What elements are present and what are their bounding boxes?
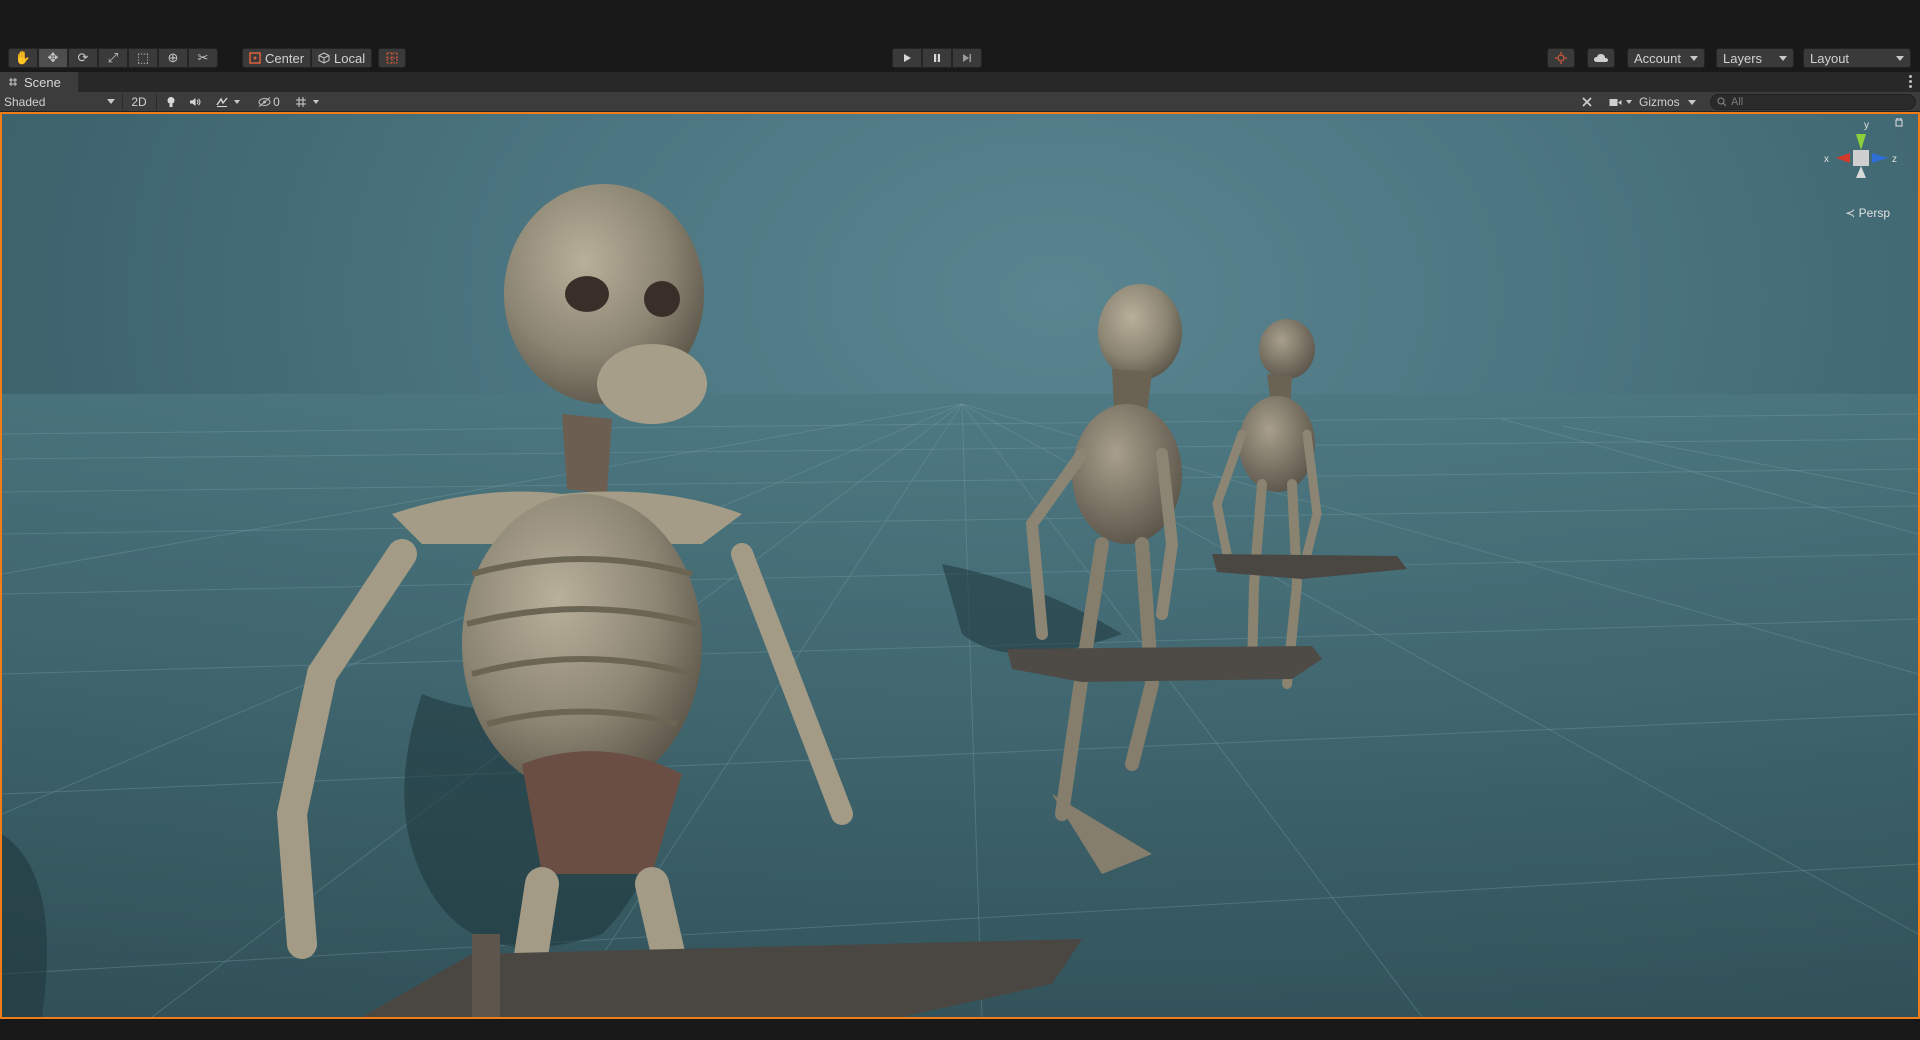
gizmos-dropdown[interactable]: Gizmos xyxy=(1638,93,1702,111)
chevron-down-icon xyxy=(1625,100,1632,104)
axis-y-cone[interactable] xyxy=(1856,134,1866,150)
pause-button[interactable] xyxy=(922,48,952,68)
playmode-controls xyxy=(892,48,982,68)
camera-icon xyxy=(1609,98,1621,106)
audio-toggle[interactable] xyxy=(184,93,206,111)
scene-viewport[interactable]: y x z ≺ Persp xyxy=(0,112,1920,1019)
pivot-center-label: Center xyxy=(265,50,305,66)
step-button[interactable] xyxy=(952,48,982,68)
layers-label: Layers xyxy=(1723,50,1763,66)
chevron-down-icon xyxy=(1779,56,1787,61)
collab-button[interactable] xyxy=(1547,48,1575,68)
scene-grid-icon xyxy=(9,78,17,86)
axis-z-cone[interactable] xyxy=(1872,153,1888,163)
hidden-eye-icon xyxy=(258,97,271,107)
pivot-local-label: Local xyxy=(334,50,366,66)
pivot-center-button[interactable]: Center xyxy=(242,48,312,68)
chevron-down-icon xyxy=(107,99,115,104)
rotate-tool-button[interactable]: ⟳ xyxy=(68,48,98,68)
search-icon xyxy=(1717,97,1727,107)
main-toolbar: ✋ ✥ ⟳ ⤢ ⬚ ⊕ ✂ Center Local Account Layer… xyxy=(0,0,1920,72)
toolbar-divider xyxy=(156,94,157,110)
camera-dropdown[interactable] xyxy=(1604,93,1636,111)
grid-icon xyxy=(296,97,306,107)
search-placeholder: All xyxy=(1731,96,1744,108)
account-dropdown[interactable]: Account xyxy=(1627,48,1705,68)
grid-snap-icon xyxy=(386,52,398,64)
persp-chevron-icon: ≺ xyxy=(1845,206,1856,220)
collab-icon xyxy=(1555,52,1567,64)
scale-tool-button[interactable]: ⤢ xyxy=(98,48,128,68)
layers-dropdown[interactable]: Layers xyxy=(1716,48,1794,68)
axis-neg-y-cone[interactable] xyxy=(1856,166,1866,178)
hand-tool-button[interactable]: ✋ xyxy=(8,48,38,68)
chevron-down-icon xyxy=(1896,56,1904,61)
rotate-tool-icon: ⟳ xyxy=(77,50,89,65)
mode-2d-label: 2D xyxy=(131,95,147,109)
panel-menu-icon[interactable] xyxy=(1909,75,1912,90)
lock-icon[interactable] xyxy=(1895,118,1903,127)
effects-dropdown[interactable] xyxy=(212,93,244,111)
mode-2d-toggle[interactable]: 2D xyxy=(126,93,152,111)
draw-mode-dropdown[interactable]: Shaded xyxy=(0,93,120,111)
toolbar-divider xyxy=(122,94,123,110)
axis-y-label: y xyxy=(1864,120,1869,131)
chevron-down-icon xyxy=(1690,56,1698,61)
effects-icon xyxy=(216,97,228,107)
scene-visibility-toggle[interactable]: 0 xyxy=(254,93,284,111)
play-icon xyxy=(904,54,911,62)
chevron-down-icon xyxy=(234,100,240,104)
tools-icon xyxy=(1582,97,1592,107)
rect-tool-icon: ⬚ xyxy=(136,50,150,65)
pivot-controls: Center Local xyxy=(242,48,373,68)
lighting-toggle[interactable] xyxy=(160,93,182,111)
scale-tool-icon: ⤢ xyxy=(107,50,119,65)
move-tool-icon: ✥ xyxy=(47,50,59,65)
orientation-gizmo[interactable]: y x z xyxy=(1816,118,1906,198)
scene-view-toolbar: Shaded 2D 0 Gizmos All xyxy=(0,92,1920,112)
layout-dropdown[interactable]: Layout xyxy=(1803,48,1911,68)
tools-button[interactable] xyxy=(1576,93,1598,111)
projection-label: Persp xyxy=(1858,206,1890,220)
cloud-button[interactable] xyxy=(1587,48,1615,68)
axis-z-label: z xyxy=(1892,154,1897,165)
cloud-icon xyxy=(1594,53,1608,62)
axis-x-cone[interactable] xyxy=(1836,153,1850,163)
transform-tool-button[interactable]: ⊕ xyxy=(158,48,188,68)
pivot-center-icon xyxy=(249,52,261,64)
bottom-strip xyxy=(0,1019,1920,1040)
pivot-local-button[interactable]: Local xyxy=(311,48,373,68)
transform-tool-icon: ⊕ xyxy=(167,50,179,65)
account-label: Account xyxy=(1634,50,1681,66)
gizmos-label: Gizmos xyxy=(1639,95,1680,109)
hand-tool-icon: ✋ xyxy=(14,50,32,65)
grid-dropdown[interactable] xyxy=(288,93,326,111)
axis-x-label: x xyxy=(1824,154,1829,165)
layout-label: Layout xyxy=(1810,50,1850,66)
rect-tool-button[interactable]: ⬚ xyxy=(128,48,158,68)
scene-render[interactable] xyxy=(2,114,1918,1017)
custom-tool-icon: ✂ xyxy=(197,50,209,65)
gizmo-center-cube[interactable] xyxy=(1853,150,1869,166)
local-cube-icon xyxy=(318,52,330,64)
hidden-count: 0 xyxy=(273,95,280,109)
chevron-down-icon xyxy=(313,100,319,104)
scene-search-input[interactable]: All xyxy=(1710,94,1916,110)
grid-snap-button[interactable] xyxy=(378,48,406,68)
chevron-down-icon xyxy=(1688,100,1696,105)
pause-icon xyxy=(934,54,940,62)
speaker-icon xyxy=(190,98,201,106)
transform-tools: ✋ ✥ ⟳ ⤢ ⬚ ⊕ ✂ xyxy=(8,48,218,68)
draw-mode-label: Shaded xyxy=(4,95,46,109)
step-icon xyxy=(963,54,971,62)
lightbulb-icon xyxy=(167,97,175,107)
tab-scene[interactable]: Scene xyxy=(0,72,78,92)
tab-scene-label: Scene xyxy=(24,74,61,90)
projection-toggle[interactable]: ≺ Persp xyxy=(1845,206,1890,220)
play-button[interactable] xyxy=(892,48,922,68)
scene-tab-bar: Scene xyxy=(0,72,1920,92)
move-tool-button[interactable]: ✥ xyxy=(38,48,68,68)
custom-tool-button[interactable]: ✂ xyxy=(188,48,218,68)
